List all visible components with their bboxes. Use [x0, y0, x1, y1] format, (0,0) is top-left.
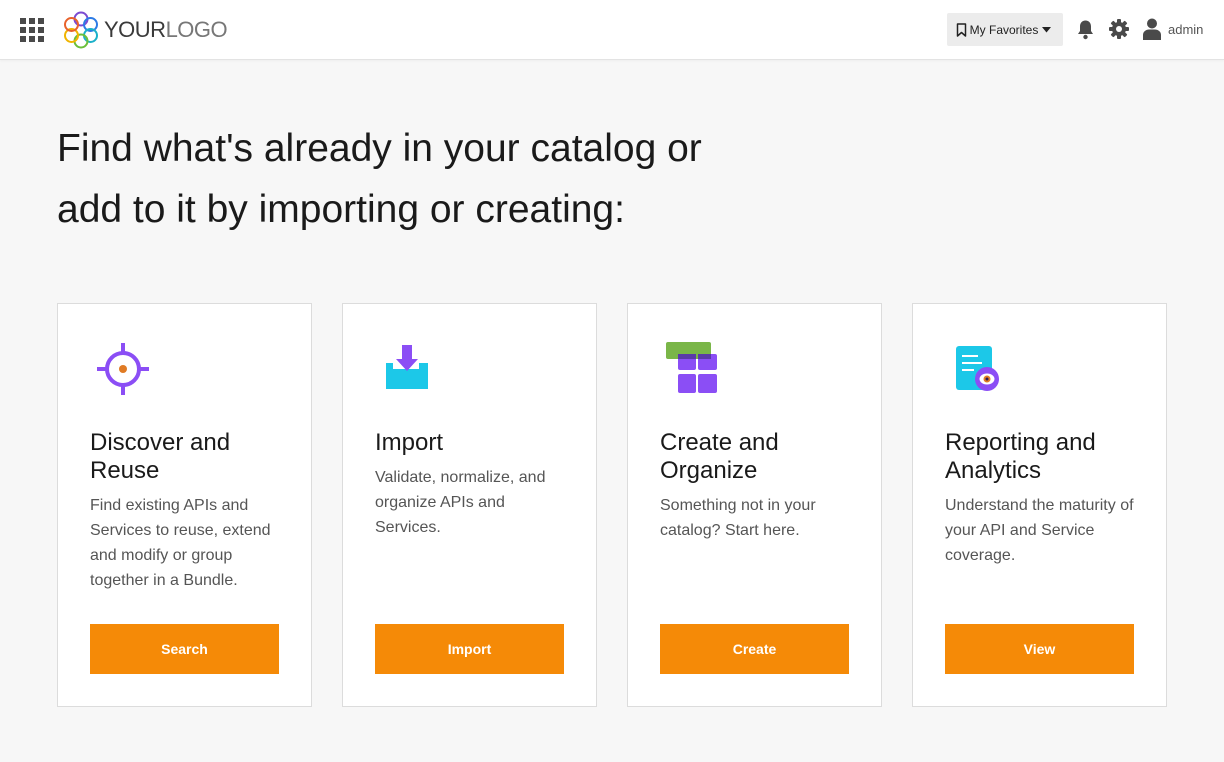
card-description: Validate, normalize, and organize APIs a… [375, 469, 546, 536]
headline-line-1: Find what's already in your catalog or [57, 127, 702, 170]
card-description: Understand the maturity of your API and … [945, 497, 1134, 564]
crosshair-icon [97, 343, 149, 395]
import-button[interactable]: Import [375, 624, 564, 674]
headline-line-2: add to it by importing or creating: [57, 188, 625, 231]
card-reporting-and-analytics: Reporting and Analytics Understand the m… [912, 303, 1167, 707]
card-discover-and-reuse: Discover and Reuse Find existing APIs an… [57, 303, 312, 707]
user-icon [1143, 18, 1161, 40]
import-tray-icon [386, 345, 428, 389]
logo-flower-icon [64, 11, 98, 49]
gear-icon[interactable] [1109, 19, 1129, 39]
report-eye-icon [956, 346, 999, 391]
card-title: Discover and Reuse [90, 429, 231, 484]
view-button[interactable]: View [945, 624, 1134, 674]
card-title: Import [375, 429, 444, 456]
card-description: Find existing APIs and Services to reuse… [90, 497, 271, 589]
apps-grid-icon[interactable] [20, 18, 44, 42]
card-title: Reporting and Analytics [945, 429, 1096, 484]
grid-blocks-icon [666, 342, 717, 393]
create-button[interactable]: Create [660, 624, 849, 674]
card-import: Import Validate, normalize, and organize… [342, 303, 597, 707]
page-headline: Find what's already in your catalog or a… [57, 118, 817, 240]
company-logo[interactable]: YOURLOGO [62, 10, 228, 50]
bookmark-icon [956, 22, 966, 37]
caret-down-icon [1042, 26, 1052, 32]
logo-wordmark: YOURLOGO [104, 17, 228, 42]
card-description: Something not in your catalog? Start her… [660, 497, 816, 539]
card-title: Create and Organize [660, 429, 779, 484]
my-favorites-dropdown[interactable]: My Favorites [947, 13, 1063, 46]
user-name: admin [1168, 21, 1204, 37]
top-navigation-bar: YOURLOGO My Favorites admin [0, 0, 1224, 60]
card-create-and-organize: Create and Organize Something not in you… [627, 303, 882, 707]
bell-icon[interactable] [1076, 19, 1095, 40]
my-favorites-label: My Favorites [969, 22, 1039, 37]
user-menu[interactable]: admin [1143, 18, 1203, 40]
search-button[interactable]: Search [90, 624, 279, 674]
